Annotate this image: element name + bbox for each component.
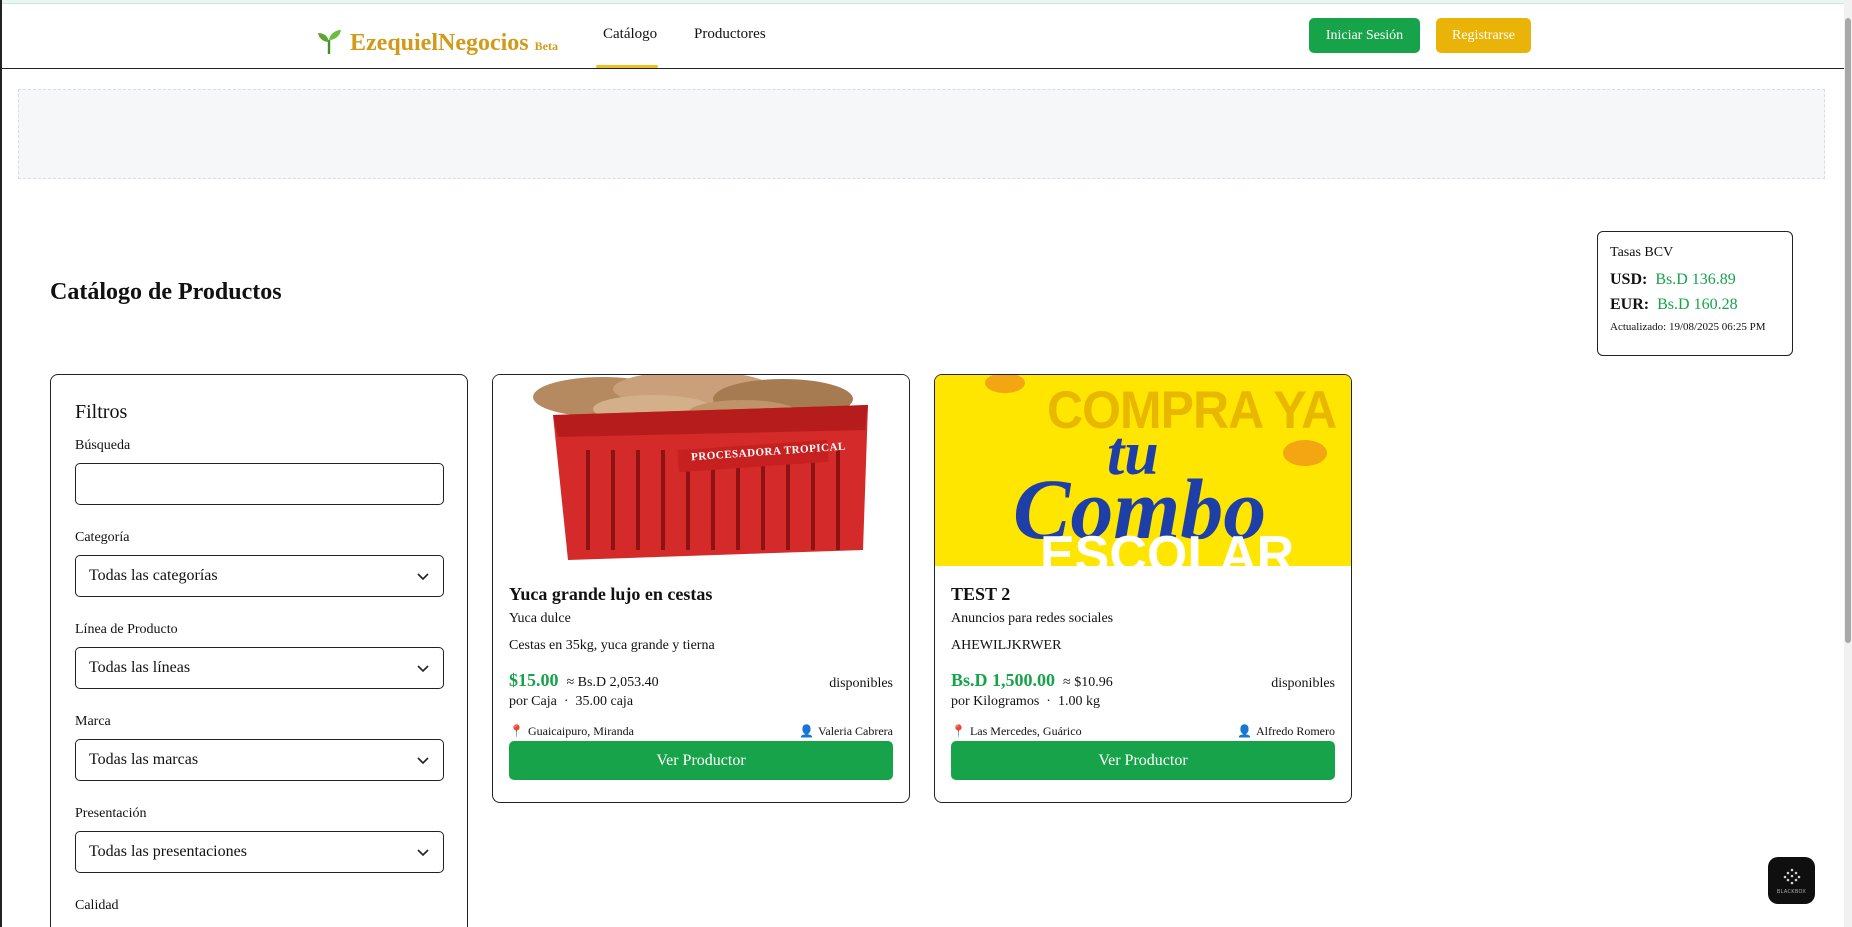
rates-updated: Actualizado: 19/08/2025 06:25 PM — [1610, 321, 1766, 333]
blackbox-label: BLACKBOX — [1776, 888, 1807, 895]
product-quantity: 1.00 kg — [1057, 694, 1100, 709]
yuca-crate-image — [493, 375, 909, 566]
usd-rate-row: USD: Bs.D 136.89 — [1610, 271, 1780, 289]
product-name: TEST 2 — [951, 584, 1011, 604]
product-card: COMPRA YA tu Combo ESCOLAR TEST 2 Anunci… — [934, 374, 1352, 803]
product-price: $15.00 — [509, 670, 559, 690]
product-category: Anuncios para redes sociales — [951, 611, 1114, 626]
presentation-label: Presentación — [75, 806, 147, 821]
unit-separator: · — [1042, 694, 1058, 709]
active-nav-indicator — [596, 65, 658, 68]
navbar: EzequielNegocios Beta Catálogo Productor… — [2, 4, 1844, 69]
eur-code: EUR: — [1610, 296, 1650, 313]
brand-label: Marca — [75, 714, 111, 729]
exchange-rates-box: Tasas BCV USD: Bs.D 136.89 EUR: Bs.D 160… — [1597, 231, 1793, 356]
cube-icon — [1783, 868, 1800, 884]
location-text: Las Mercedes, Guárico — [969, 724, 1082, 738]
left-border — [0, 0, 2, 927]
product-description: AHEWILJKRWER — [951, 638, 1062, 653]
rates-title: Tasas BCV — [1610, 245, 1674, 260]
unit-row: por Caja · 35.00 caja — [509, 694, 893, 710]
product-card-body: TEST 2 Anuncios para redes sociales AHEW… — [935, 566, 1351, 780]
category-selected: Todas las categorías — [89, 567, 218, 584]
unit-row: por Kilogramos · 1.00 kg — [951, 694, 1335, 710]
chevron-down-icon — [417, 665, 429, 673]
location-text: Guaicaipuro, Miranda — [527, 724, 634, 738]
product-card-body: Yuca grande lujo en cestas Yuca dulce Ce… — [493, 566, 909, 780]
meta-row: 📍 Guaicaipuro, Miranda 👤 Valeria Cabrera — [509, 724, 893, 739]
presentation-selected: Todas las presentaciones — [89, 843, 247, 860]
product-name: Yuca grande lujo en cestas — [509, 584, 713, 604]
register-button[interactable]: Registrarse — [1436, 18, 1531, 53]
product-category: Yuca dulce — [509, 611, 571, 626]
brand-selected: Todas las marcas — [89, 751, 199, 768]
view-producer-button[interactable]: Ver Productor — [509, 741, 893, 780]
presentation-select[interactable]: Todas las presentaciones — [75, 831, 444, 873]
pin-icon: 📍 — [951, 724, 966, 738]
chevron-down-icon — [417, 573, 429, 581]
user-icon: 👤 — [1237, 724, 1253, 738]
location: 📍 Las Mercedes, Guárico — [951, 724, 1082, 739]
location: 📍 Guaicaipuro, Miranda — [509, 724, 634, 739]
chevron-down-icon — [417, 849, 429, 857]
converted-price: ≈ $10.96 — [1063, 675, 1113, 690]
product-unit: por Kilogramos — [951, 694, 1040, 709]
brand-select[interactable]: Todas las marcas — [75, 739, 444, 781]
chevron-down-icon — [417, 757, 429, 765]
beta-badge: Beta — [534, 39, 558, 53]
seller-name: Alfredo Romero — [1256, 724, 1335, 738]
category-select[interactable]: Todas las categorías — [75, 555, 444, 597]
search-input[interactable] — [75, 463, 444, 505]
usd-value: Bs.D 136.89 — [1655, 271, 1736, 288]
product-card: PROCESADORA TROPICAL Yuca grande lujo en… — [492, 374, 910, 803]
quality-label: Calidad — [75, 898, 119, 913]
line-selected: Todas las líneas — [89, 659, 191, 676]
unit-separator: · — [560, 694, 576, 709]
seller: 👤 Valeria Cabrera — [799, 724, 893, 739]
blackbox-widget-button[interactable]: BLACKBOX — [1768, 857, 1815, 904]
product-line-select[interactable]: Todas las líneas — [75, 647, 444, 689]
availability-text: disponibles — [1271, 676, 1335, 691]
availability-text: disponibles — [829, 676, 893, 691]
brand-logo[interactable]: EzequielNegocios Beta — [314, 20, 558, 57]
nav-link-productores[interactable]: Productores — [694, 26, 766, 43]
image-headline-1: COMPRA YA — [1047, 380, 1337, 440]
product-image[interactable]: COMPRA YA tu Combo ESCOLAR — [935, 375, 1351, 566]
login-button[interactable]: Iniciar Sesión — [1309, 18, 1420, 53]
product-quantity: 35.00 caja — [575, 694, 634, 709]
eur-rate-row: EUR: Bs.D 160.28 — [1610, 296, 1780, 314]
page-scrollbar-thumb[interactable] — [1845, 18, 1851, 643]
product-unit: por Caja — [509, 694, 557, 709]
image-headline-4: ESCOLAR — [1040, 526, 1295, 566]
eur-value: Bs.D 160.28 — [1657, 296, 1738, 313]
line-label: Línea de Producto — [75, 622, 178, 637]
meta-row: 📍 Las Mercedes, Guárico 👤 Alfredo Romero — [951, 724, 1335, 739]
search-label: Búsqueda — [75, 438, 131, 453]
brand-name: EzequielNegocios — [350, 30, 529, 56]
product-image[interactable]: PROCESADORA TROPICAL — [493, 375, 909, 566]
category-label: Categoría — [75, 530, 130, 545]
pin-icon: 📍 — [509, 724, 524, 738]
usd-code: USD: — [1610, 271, 1648, 288]
product-description: Cestas en 35kg, yuca grande y tierna — [509, 638, 715, 653]
filters-panel: Filtros Búsqueda Categoría Todas las cat… — [50, 374, 468, 927]
sprout-icon — [318, 30, 341, 54]
product-price: Bs.D 1,500.00 — [951, 670, 1056, 690]
converted-price: ≈ Bs.D 2,053.40 — [566, 675, 659, 690]
seller: 👤 Alfredo Romero — [1237, 724, 1335, 739]
user-icon: 👤 — [799, 724, 815, 738]
seller-name: Valeria Cabrera — [818, 724, 893, 738]
page-title: Catálogo de Productos — [50, 279, 282, 305]
nav-link-catalogo[interactable]: Catálogo — [603, 26, 657, 43]
ad-banner-placeholder — [18, 89, 1825, 179]
view-producer-button[interactable]: Ver Productor — [951, 741, 1335, 780]
filters-title: Filtros — [75, 401, 128, 423]
